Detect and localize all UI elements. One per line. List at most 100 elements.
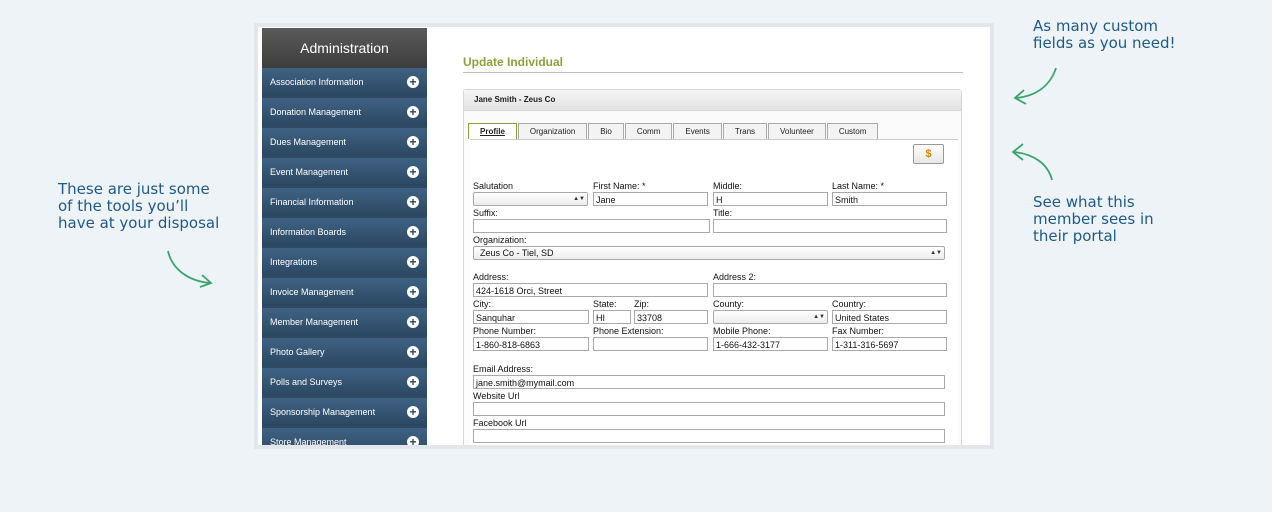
first-name-field[interactable]: Jane <box>593 192 708 206</box>
individual-panel: Jane Smith - Zeus Co Profile Organizatio… <box>463 89 962 445</box>
sidebar-item-label: Store Management <box>270 437 347 447</box>
plus-circle-icon[interactable]: + <box>407 406 419 418</box>
plus-circle-icon[interactable]: + <box>407 376 419 388</box>
sidebar-item-sponsorship-management[interactable]: Sponsorship Management + <box>262 398 427 426</box>
sidebar-item-label: Photo Gallery <box>270 347 325 357</box>
plus-circle-icon[interactable]: + <box>407 166 419 178</box>
fax-field[interactable]: 1-311-316-5697 <box>832 337 947 351</box>
sidebar-item-event-management[interactable]: Event Management + <box>262 158 427 186</box>
admin-sidebar: Administration Association Information + D… <box>262 28 427 447</box>
first-name-label: First Name: * <box>593 181 646 191</box>
facebook-field[interactable] <box>473 429 945 443</box>
member-portal-button[interactable]: $ <box>913 144 944 164</box>
plus-circle-icon[interactable]: + <box>407 136 419 148</box>
tab-bar: Profile Organization Bio Comm Events Tra… <box>468 123 879 139</box>
title-label: Title: <box>713 208 733 218</box>
mobile-label: Mobile Phone: <box>713 326 771 336</box>
plus-circle-icon[interactable]: + <box>407 226 419 238</box>
arrow-left-icon <box>167 250 213 288</box>
sidebar-item-label: Information Boards <box>270 227 347 237</box>
tab-organization[interactable]: Organization <box>517 123 588 139</box>
phone-field[interactable]: 1-860-818-6863 <box>473 337 589 351</box>
select-arrows-icon: ▲▼ <box>573 196 585 202</box>
middle-label: Middle: <box>713 181 743 191</box>
phone-ext-field[interactable] <box>593 337 708 351</box>
tab-custom[interactable]: Custom <box>826 123 879 139</box>
sidebar-item-label: Polls and Surveys <box>270 377 343 387</box>
organization-value: Zeus Co - Tiel, SD <box>480 248 554 258</box>
mobile-field[interactable]: 1-666-432-3177 <box>713 337 828 351</box>
address2-label: Address 2: <box>713 272 757 282</box>
organization-label: Organization: <box>473 235 527 245</box>
salutation-label: Salutation <box>473 181 514 191</box>
salutation-select[interactable]: ▲▼ <box>473 192 588 206</box>
sidebar-item-invoice-management[interactable]: Invoice Management + <box>262 278 427 306</box>
facebook-label: Facebook Url <box>473 418 527 428</box>
plus-circle-icon[interactable]: + <box>407 256 419 268</box>
sidebar-item-donation-management[interactable]: Donation Management + <box>262 98 427 126</box>
middle-field[interactable]: H <box>713 192 828 206</box>
country-field[interactable]: United States <box>832 310 947 324</box>
sidebar-item-member-management[interactable]: Member Management + <box>262 308 427 336</box>
plus-circle-icon[interactable]: + <box>407 196 419 208</box>
county-select[interactable]: ▲▼ <box>713 310 828 324</box>
sidebar-item-label: Integrations <box>270 257 318 267</box>
sidebar-item-polls-and-surveys[interactable]: Polls and Surveys + <box>262 368 427 396</box>
select-arrows-icon: ▲▼ <box>930 250 942 256</box>
profile-form: $ Salutation ▲▼ First Name: * Jane Middl… <box>470 139 958 445</box>
address-field[interactable]: 424-1618 Orci, Street <box>473 283 708 297</box>
member-portal-icon: $ <box>925 148 932 160</box>
country-label: Country: <box>832 299 867 309</box>
state-field[interactable]: HI <box>593 310 631 324</box>
tab-trans[interactable]: Trans <box>722 123 768 139</box>
address-label: Address: <box>473 272 509 282</box>
sidebar-item-store-management[interactable]: Store Management + <box>262 428 427 447</box>
fax-label: Fax Number: <box>832 326 885 336</box>
suffix-field[interactable] <box>473 219 710 233</box>
page-title: Update Individual <box>463 55 963 73</box>
website-label: Website Url <box>473 391 520 401</box>
panel-header: Jane Smith - Zeus Co <box>464 90 961 111</box>
email-field[interactable]: jane.smith@mymail.com <box>473 375 945 389</box>
tab-bio[interactable]: Bio <box>588 123 624 139</box>
select-arrows-icon: ▲▼ <box>813 314 825 320</box>
city-field[interactable]: Sanquhar <box>473 310 589 324</box>
sidebar-item-label: Event Management <box>270 167 349 177</box>
callout-line: As many custom <box>1033 17 1159 35</box>
county-label: County: <box>713 299 745 309</box>
title-field[interactable] <box>713 219 947 233</box>
suffix-label: Suffix: <box>473 208 498 218</box>
address2-field[interactable] <box>713 283 947 297</box>
tab-events[interactable]: Events <box>673 123 722 139</box>
plus-circle-icon[interactable]: + <box>407 316 419 328</box>
plus-circle-icon[interactable]: + <box>407 76 419 88</box>
sidebar-title: Administration <box>262 28 427 68</box>
organization-select[interactable]: Zeus Co - Tiel, SD ▲▼ <box>473 246 945 260</box>
callout-line: These are just some <box>58 180 210 198</box>
tab-comm[interactable]: Comm <box>624 123 673 139</box>
phone-ext-label: Phone Extension: <box>593 326 664 336</box>
state-label: State: <box>593 299 617 309</box>
callout-line: of the tools you’ll <box>58 197 189 215</box>
callout-line: member sees in <box>1033 210 1154 228</box>
plus-circle-icon[interactable]: + <box>407 346 419 358</box>
sidebar-item-information-boards[interactable]: Information Boards + <box>262 218 427 246</box>
last-name-field[interactable]: Smith <box>832 192 947 206</box>
plus-circle-icon[interactable]: + <box>407 286 419 298</box>
zip-field[interactable]: 33708 <box>634 310 708 324</box>
sidebar-item-association-information[interactable]: Association Information + <box>262 68 427 96</box>
sidebar-item-dues-management[interactable]: Dues Management + <box>262 128 427 156</box>
sidebar-item-integrations[interactable]: Integrations + <box>262 248 427 276</box>
tab-profile[interactable]: Profile <box>468 123 517 139</box>
plus-circle-icon[interactable]: + <box>407 436 419 445</box>
city-label: City: <box>473 299 491 309</box>
tab-volunteer[interactable]: Volunteer <box>768 123 826 139</box>
website-field[interactable] <box>473 402 945 416</box>
sidebar-item-financial-information[interactable]: Financial Information + <box>262 188 427 216</box>
sidebar-item-photo-gallery[interactable]: Photo Gallery + <box>262 338 427 366</box>
plus-circle-icon[interactable]: + <box>407 106 419 118</box>
sidebar-item-label: Invoice Management <box>270 287 354 297</box>
email-label: Email Address: <box>473 364 534 374</box>
phone-label: Phone Number: <box>473 326 537 336</box>
last-name-label: Last Name: * <box>832 181 885 191</box>
